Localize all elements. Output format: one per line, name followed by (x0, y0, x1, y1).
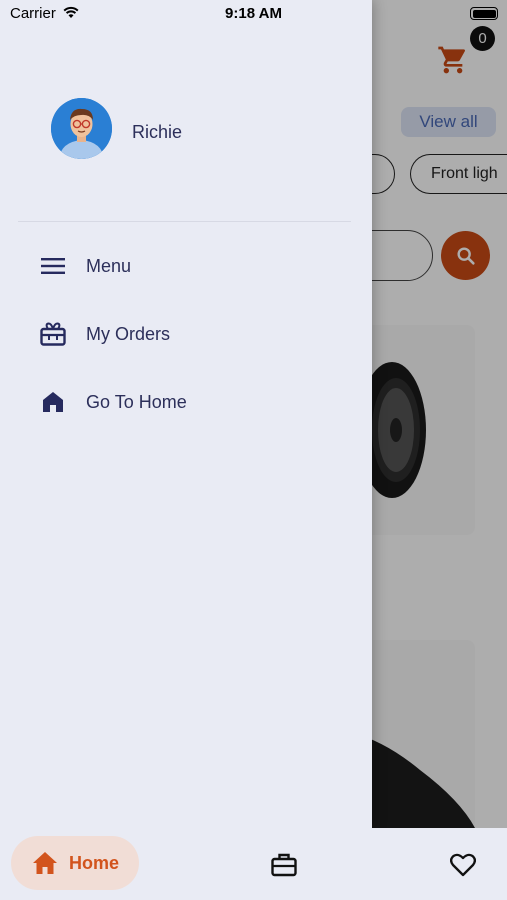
drawer-item-menu[interactable]: Menu (36, 246, 336, 286)
user-name[interactable]: Richie (132, 122, 182, 143)
menu-icon (36, 249, 70, 283)
drawer-item-label: My Orders (86, 323, 171, 344)
tab-home[interactable]: Home (11, 836, 139, 890)
gift-box-icon (36, 317, 70, 351)
tab-home-label: Home (69, 852, 120, 873)
tab-orders[interactable] (268, 850, 300, 880)
home-icon (36, 385, 70, 419)
battery-icon (470, 7, 498, 20)
bottom-tab-bar: Home (0, 828, 507, 900)
heart-icon (450, 853, 476, 877)
status-bar: Carrier 9:18 AM (0, 0, 507, 28)
drawer-item-label: Go To Home (86, 391, 187, 412)
tab-favorites[interactable] (447, 850, 479, 880)
drawer-item-label: Menu (86, 255, 132, 276)
status-time: 9:18 AM (225, 5, 282, 22)
drawer-item-go-to-home[interactable]: Go To Home (36, 382, 336, 422)
drawer-item-my-orders[interactable]: My Orders (36, 314, 336, 354)
avatar[interactable] (51, 98, 112, 159)
side-drawer: Richie Menu My Orders Go To Home (0, 0, 372, 828)
briefcase-icon (271, 853, 297, 877)
home-icon (33, 852, 57, 874)
divider (18, 221, 351, 222)
